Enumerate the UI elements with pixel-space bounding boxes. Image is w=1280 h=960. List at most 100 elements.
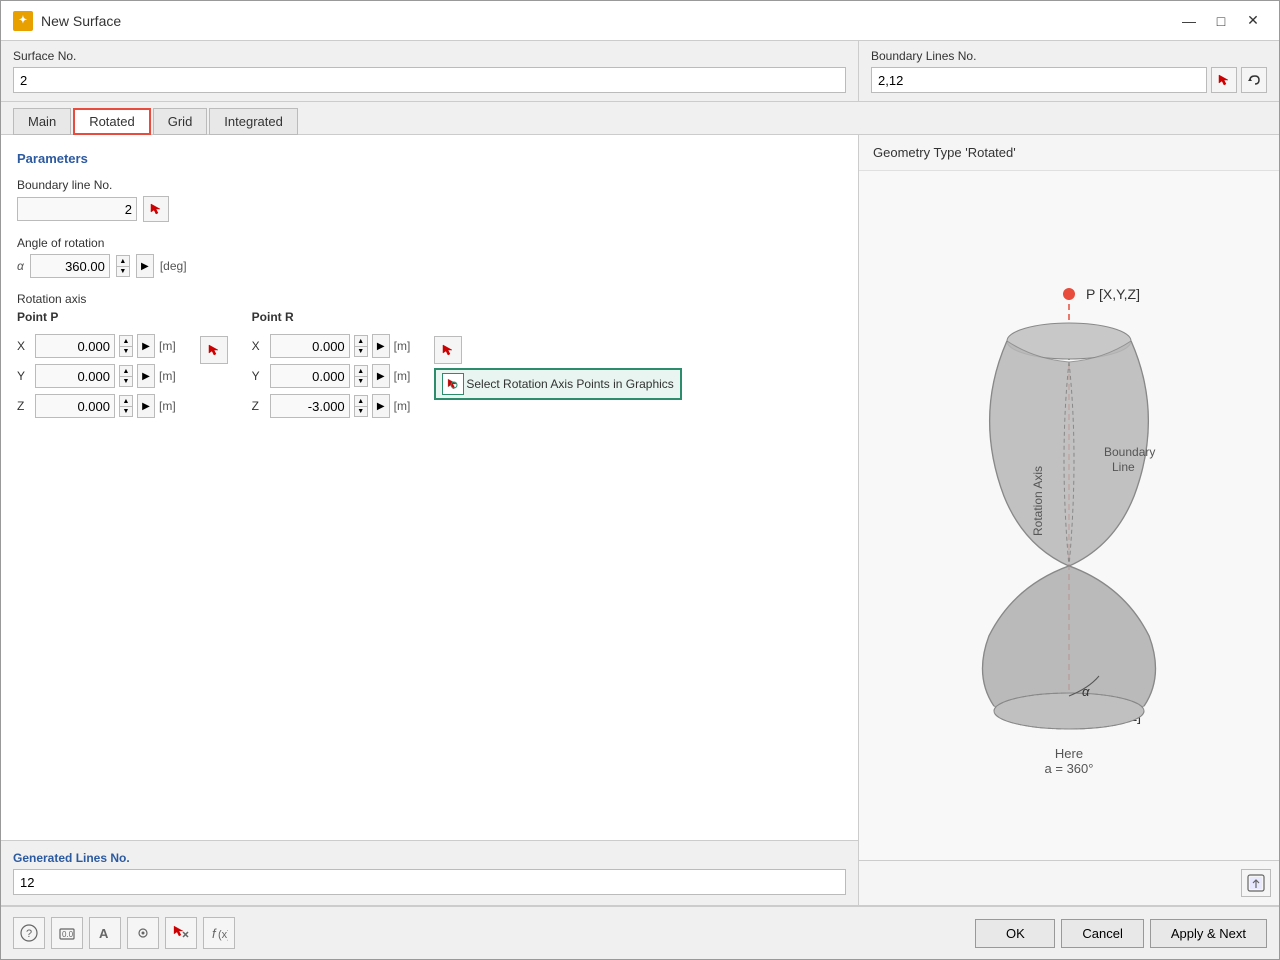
pz-input[interactable]: 0.000 [35, 394, 115, 418]
alpha-symbol: α [17, 259, 24, 273]
px-input[interactable]: 0.000 [35, 334, 115, 358]
diagram-export-button[interactable] [1241, 869, 1271, 897]
boundary-line-input[interactable]: 2 [17, 197, 137, 221]
rx-input[interactable]: 0.000 [270, 334, 350, 358]
px-row: X 0.000 ▲ ▼ ▶ [m] [17, 334, 176, 358]
parameters-section: Parameters Boundary line No. 2 [1, 135, 858, 840]
rz-input[interactable]: -3.000 [270, 394, 350, 418]
note-here: Here [1045, 746, 1094, 761]
select-p-button[interactable] [200, 336, 228, 364]
svg-text:(x): (x) [218, 929, 228, 941]
formula-button[interactable]: f (x) [203, 917, 235, 949]
select-p-area [200, 310, 228, 364]
svg-text:A: A [99, 926, 109, 941]
svg-text:0.0: 0.0 [62, 930, 74, 939]
tab-integrated[interactable]: Integrated [209, 108, 298, 135]
rz-down[interactable]: ▼ [354, 406, 368, 417]
rz-label: Z [252, 399, 266, 413]
content-area: Parameters Boundary line No. 2 [1, 135, 1279, 905]
boundary-line-text: Boundary [1104, 445, 1155, 459]
cancel-button[interactable]: Cancel [1061, 919, 1143, 948]
ry-input[interactable]: 0.000 [270, 364, 350, 388]
select-graphics-button[interactable]: Select Rotation Axis Points in Graphics [434, 368, 681, 400]
toolbar-icons: ? 0.0 A [13, 917, 235, 949]
angle-up-button[interactable]: ▲ [116, 255, 130, 266]
pz-down[interactable]: ▼ [119, 406, 133, 417]
px-arrow[interactable]: ▶ [137, 334, 155, 358]
generated-lines-input[interactable]: 12 [13, 869, 846, 895]
right-panel-footer [859, 860, 1279, 905]
rz-up[interactable]: ▲ [354, 395, 368, 406]
title-bar: ✦ New Surface — □ ✕ [1, 1, 1279, 41]
rz-arrow[interactable]: ▶ [372, 394, 390, 418]
tab-grid[interactable]: Grid [153, 108, 208, 135]
angle-rotation-input-row: α 360.00 ▲ ▼ ▶ [deg] [17, 254, 842, 278]
py-down[interactable]: ▼ [119, 376, 133, 387]
surface-no-input[interactable]: 2 [13, 67, 846, 93]
py-up[interactable]: ▲ [119, 365, 133, 376]
select-r-area: Select Rotation Axis Points in Graphics [434, 310, 681, 400]
units-icon: 0.0 [58, 924, 76, 942]
boundary-line-select-button[interactable] [143, 196, 169, 222]
rotation-axis-section: Rotation axis Point P X 0.000 ▲ ▼ [17, 292, 842, 418]
maximize-button[interactable]: □ [1207, 10, 1235, 32]
right-panel: Geometry Type 'Rotated' P [X,Y,Z] R [X,Y… [859, 135, 1279, 905]
rx-up[interactable]: ▲ [354, 335, 368, 346]
close-button[interactable]: ✕ [1239, 10, 1267, 32]
cursor-red-icon [149, 202, 163, 216]
py-input[interactable]: 0.000 [35, 364, 115, 388]
select-r-button[interactable] [434, 336, 462, 364]
font-button[interactable]: A [89, 917, 121, 949]
point-r-column: Point R X 0.000 ▲ ▼ ▶ [m] [252, 310, 411, 418]
angle-spinner: ▲ ▼ [116, 255, 130, 277]
undo-button[interactable] [1241, 67, 1267, 93]
select-graphics-label: Select Rotation Axis Points in Graphics [466, 377, 673, 391]
delete-icon [172, 924, 190, 942]
boundary-select-icon-button[interactable] [1211, 67, 1237, 93]
py-arrow[interactable]: ▶ [137, 364, 155, 388]
graphics-cursor-button[interactable] [442, 373, 464, 395]
angle-down-button[interactable]: ▼ [116, 266, 130, 277]
rx-down[interactable]: ▼ [354, 346, 368, 357]
cursor-red-icon-p [207, 343, 221, 357]
angle-input[interactable]: 360.00 [30, 254, 110, 278]
apply-next-button[interactable]: Apply & Next [1150, 919, 1267, 948]
px-unit: [m] [159, 339, 176, 353]
ry-arrow[interactable]: ▶ [372, 364, 390, 388]
ry-up[interactable]: ▲ [354, 365, 368, 376]
ok-button[interactable]: OK [975, 919, 1055, 948]
help-button[interactable]: ? [13, 917, 45, 949]
units-button[interactable]: 0.0 [51, 917, 83, 949]
px-down[interactable]: ▼ [119, 346, 133, 357]
tab-rotated[interactable]: Rotated [73, 108, 151, 135]
delete-button[interactable] [165, 917, 197, 949]
svg-text:?: ? [26, 928, 32, 940]
rz-row: Z -3.000 ▲ ▼ ▶ [m] [252, 394, 411, 418]
view-button[interactable] [127, 917, 159, 949]
alpha-label: α [1082, 684, 1090, 699]
tab-main[interactable]: Main [13, 108, 71, 135]
diagram-note: Here a = 360° [1045, 746, 1094, 776]
export-icon [1247, 874, 1265, 892]
angle-rotation-label: Angle of rotation [17, 236, 842, 250]
ry-down[interactable]: ▼ [354, 376, 368, 387]
ry-row: Y 0.000 ▲ ▼ ▶ [m] [252, 364, 411, 388]
rx-arrow[interactable]: ▶ [372, 334, 390, 358]
pz-arrow[interactable]: ▶ [137, 394, 155, 418]
action-buttons: OK Cancel Apply & Next [975, 919, 1267, 948]
pz-unit: [m] [159, 399, 176, 413]
boundary-line-label: Boundary line No. [17, 178, 842, 192]
px-up[interactable]: ▲ [119, 335, 133, 346]
top-sections: Surface No. 2 Boundary Lines No. 2,12 [1, 41, 1279, 102]
point-r-label: Point R [252, 310, 411, 324]
rx-spinner: ▲ ▼ [354, 335, 368, 357]
pz-spinner: ▲ ▼ [119, 395, 133, 417]
angle-arrow-button[interactable]: ▶ [136, 254, 154, 278]
ry-unit: [m] [394, 369, 411, 383]
points-grid: Point P X 0.000 ▲ ▼ ▶ [m] [17, 310, 842, 418]
title-bar-left: ✦ New Surface [13, 11, 121, 31]
boundary-lines-input[interactable]: 2,12 [871, 67, 1207, 93]
pz-up[interactable]: ▲ [119, 395, 133, 406]
minimize-button[interactable]: — [1175, 10, 1203, 32]
help-icon: ? [20, 924, 38, 942]
